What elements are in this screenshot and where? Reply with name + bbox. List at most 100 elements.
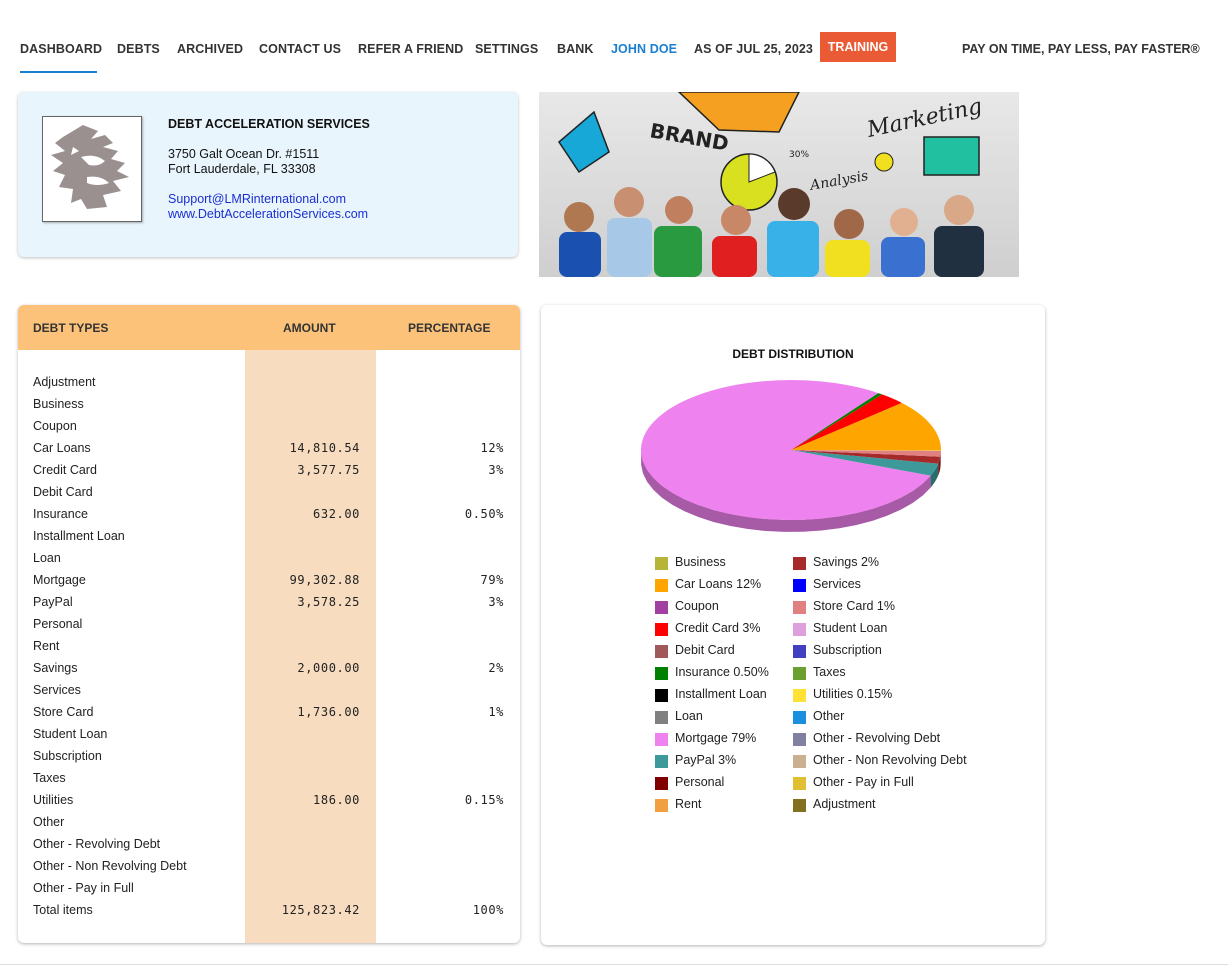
- legend-swatch: [655, 711, 668, 724]
- table-row: Loan: [18, 551, 520, 573]
- nav-contact-us[interactable]: CONTACT US: [259, 42, 341, 56]
- legend-label: Utilities 0.15%: [813, 687, 893, 701]
- row-debt-type: Business: [33, 397, 84, 411]
- table-row: Debit Card: [18, 485, 520, 507]
- legend-swatch: [793, 777, 806, 790]
- nav-debts[interactable]: DEBTS: [117, 42, 160, 56]
- table-row: Other - Pay in Full: [18, 881, 520, 903]
- training-button[interactable]: TRAINING: [820, 32, 896, 62]
- table-row: Car Loans 14,810.54 12%: [18, 441, 520, 463]
- legend-label: PayPal 3%: [675, 753, 737, 767]
- legend-swatch: [655, 755, 668, 768]
- nav-refer-a-friend[interactable]: REFER A FRIEND: [358, 42, 463, 56]
- company-info-card: DEBT ACCELERATION SERVICES 3750 Galt Oce…: [18, 92, 518, 257]
- table-row: Taxes: [18, 771, 520, 793]
- row-percentage: 3%: [488, 463, 504, 477]
- website-link[interactable]: www.DebtAccelerationServices.com: [168, 207, 368, 221]
- row-debt-type: Utilities: [33, 793, 74, 807]
- chart-title: DEBT DISTRIBUTION: [732, 347, 854, 361]
- row-debt-type: Debit Card: [33, 485, 93, 499]
- row-amount: 186.00: [313, 793, 360, 807]
- legend-label: Installment Loan: [675, 687, 767, 701]
- banner-pct-text: 30%: [789, 150, 809, 160]
- legend-swatch: [793, 601, 806, 614]
- row-debt-type: Coupon: [33, 419, 77, 433]
- header-percentage: PERCENTAGE: [408, 321, 491, 335]
- row-debt-type: Services: [33, 683, 81, 697]
- legend-label: Mortgage 79%: [675, 731, 757, 745]
- row-percentage: 0.50%: [464, 507, 504, 521]
- row-debt-type: Other - Non Revolving Debt: [33, 859, 187, 873]
- legend-swatch: [793, 667, 806, 680]
- legend-swatch: [655, 777, 668, 790]
- legend-swatch: [793, 645, 806, 658]
- table-header: DEBT TYPES AMOUNT PERCENTAGE: [18, 305, 520, 350]
- row-debt-type: Subscription: [33, 749, 102, 763]
- table-row: Store Card 1,736.00 1%: [18, 705, 520, 727]
- table-row: Other - Revolving Debt: [18, 837, 520, 859]
- row-debt-type: Insurance: [33, 507, 88, 521]
- legend-swatch: [655, 601, 668, 614]
- row-percentage: 2%: [488, 661, 504, 675]
- table-row: Insurance 632.00 0.50%: [18, 507, 520, 529]
- legend-swatch: [793, 689, 806, 702]
- legend-label: Services: [813, 577, 861, 591]
- legend-label: Loan: [675, 709, 703, 723]
- legend-swatch: [793, 623, 806, 636]
- legend-label: Other: [813, 709, 845, 723]
- row-debt-type: Savings: [33, 661, 78, 675]
- legend-swatch: [655, 645, 668, 658]
- table-row: Other - Non Revolving Debt: [18, 859, 520, 881]
- legend-swatch: [793, 799, 806, 812]
- row-debt-type: Other: [33, 815, 65, 829]
- row-amount: 2,000.00: [297, 661, 360, 675]
- top-nav: DASHBOARD DEBTS ARCHIVED CONTACT US REFE…: [0, 0, 1228, 80]
- nav-archived[interactable]: ARCHIVED: [177, 42, 243, 56]
- legend-swatch: [793, 711, 806, 724]
- row-debt-type: Mortgage: [33, 573, 86, 587]
- table-row: Services: [18, 683, 520, 705]
- table-row: Business: [18, 397, 520, 419]
- support-email-link[interactable]: Support@LMRinternational.com: [168, 192, 346, 206]
- row-amount: 632.00: [313, 507, 360, 521]
- legend-label: Other - Non Revolving Debt: [813, 753, 967, 767]
- nav-bank[interactable]: BANK: [557, 42, 594, 56]
- legend-label: Adjustment: [813, 797, 876, 811]
- legend-label: Debit Card: [675, 643, 735, 657]
- legend-label: Savings 2%: [813, 555, 880, 569]
- active-tab-indicator: [20, 71, 97, 73]
- row-percentage: 1%: [488, 705, 504, 719]
- legend-label: Subscription: [813, 643, 882, 657]
- debt-distribution-chart-card: DEBT DISTRIBUTION Business Car Loans 12% C…: [541, 305, 1045, 945]
- row-debt-type: Loan: [33, 551, 61, 565]
- table-row: Utilities 186.00 0.15%: [18, 793, 520, 815]
- row-amount: 3,578.25: [297, 595, 360, 609]
- address-line-2: Fort Lauderdale, FL 33308: [168, 162, 316, 176]
- table-row: Credit Card 3,577.75 3%: [18, 463, 520, 485]
- row-debt-type: Credit Card: [33, 463, 97, 477]
- row-debt-type: Store Card: [33, 705, 94, 719]
- legend-swatch: [655, 667, 668, 680]
- table-row: Installment Loan: [18, 529, 520, 551]
- table-row: Savings 2,000.00 2%: [18, 661, 520, 683]
- row-percentage: 0.15%: [464, 793, 504, 807]
- row-debt-type: PayPal: [33, 595, 73, 609]
- legend-label: Insurance 0.50%: [675, 665, 769, 679]
- nav-user[interactable]: JOHN DOE: [611, 42, 677, 56]
- row-debt-type: Other - Pay in Full: [33, 881, 134, 895]
- nav-settings[interactable]: SETTINGS: [475, 42, 538, 56]
- row-debt-type: Other - Revolving Debt: [33, 837, 161, 851]
- header-debt-types: DEBT TYPES: [33, 321, 109, 335]
- row-debt-type: Rent: [33, 639, 60, 653]
- legend-swatch: [655, 733, 668, 746]
- legend-label: Business: [675, 555, 726, 569]
- table-row: Mortgage 99,302.88 79%: [18, 573, 520, 595]
- row-debt-type: Taxes: [33, 771, 66, 785]
- legend-swatch: [655, 623, 668, 636]
- nav-dashboard[interactable]: DASHBOARD: [20, 42, 102, 56]
- table-row: Total items 125,823.42 100%: [18, 903, 520, 925]
- debt-types-table: DEBT TYPES AMOUNT PERCENTAGE Adjustment B…: [18, 305, 520, 943]
- legend-label: Rent: [675, 797, 702, 811]
- legend-label: Personal: [675, 775, 725, 789]
- row-debt-type: Total items: [33, 903, 93, 917]
